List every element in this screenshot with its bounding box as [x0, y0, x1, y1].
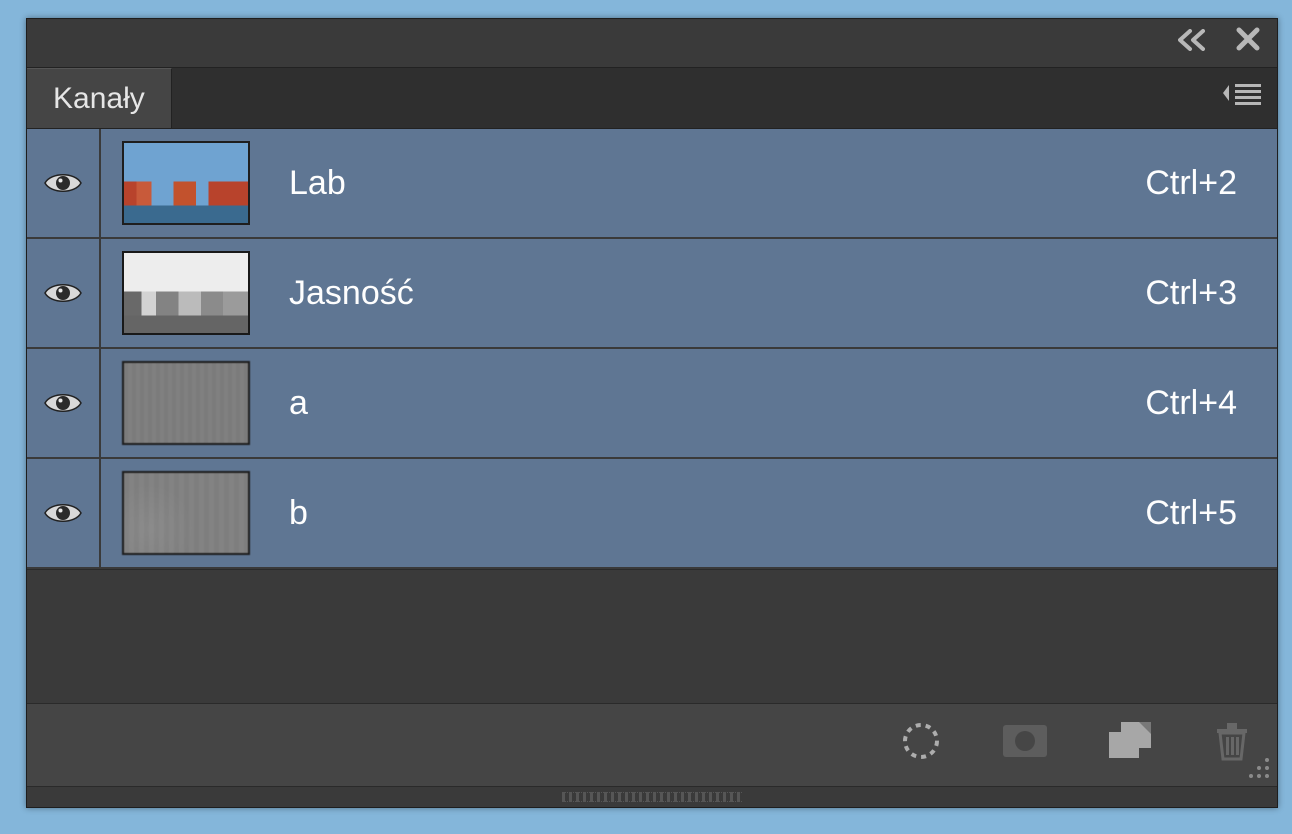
resize-grip[interactable] — [1243, 752, 1273, 782]
tab-strip: Kanały — [27, 67, 1277, 129]
new-channel-button[interactable] — [1107, 720, 1153, 770]
close-icon — [1235, 26, 1261, 60]
channel-name: Jasność — [289, 274, 414, 313]
eye-icon[interactable] — [43, 280, 83, 306]
close-panel-button[interactable] — [1235, 26, 1261, 60]
channel-row-lightness[interactable]: Jasność Ctrl+3 — [27, 239, 1277, 349]
panel-menu-button[interactable] — [1223, 79, 1263, 117]
channel-row-a[interactable]: a Ctrl+4 — [27, 349, 1277, 459]
channel-name: a — [289, 384, 308, 423]
channel-thumbnail — [122, 471, 250, 555]
mask-icon — [1001, 721, 1049, 769]
save-selection-button[interactable] — [1001, 721, 1049, 769]
panel-header — [27, 19, 1277, 67]
panel-menu-icon — [1223, 79, 1263, 117]
channel-shortcut: Ctrl+3 — [1145, 274, 1237, 312]
channel-shortcut: Ctrl+4 — [1145, 384, 1237, 422]
channel-name: Lab — [289, 164, 346, 203]
double-chevron-left-icon — [1175, 26, 1209, 60]
channel-row-lab[interactable]: Lab Ctrl+2 — [27, 129, 1277, 239]
dashed-circle-icon — [899, 719, 943, 771]
channel-shortcut: Ctrl+2 — [1145, 164, 1237, 202]
channel-thumbnail — [122, 251, 250, 335]
collapse-panel-button[interactable] — [1175, 26, 1209, 60]
channel-list: Lab Ctrl+2 — [27, 129, 1277, 570]
channel-thumbnail — [122, 361, 250, 445]
tab-channels[interactable]: Kanały — [27, 68, 172, 128]
load-selection-button[interactable] — [899, 719, 943, 771]
channels-panel: Kanały — [26, 18, 1278, 808]
eye-icon[interactable] — [43, 390, 83, 416]
tab-label: Kanały — [53, 82, 145, 116]
new-layer-icon — [1107, 720, 1153, 770]
channel-thumbnail — [122, 141, 250, 225]
channel-shortcut: Ctrl+5 — [1145, 494, 1237, 532]
panel-footer — [27, 703, 1277, 786]
channel-name: b — [289, 494, 308, 533]
eye-icon[interactable] — [43, 500, 83, 526]
eye-icon[interactable] — [43, 170, 83, 196]
panel-drag-grip[interactable] — [27, 786, 1277, 807]
grip-dots-icon — [562, 792, 742, 802]
channel-row-b[interactable]: b Ctrl+5 — [27, 459, 1277, 569]
channel-list-empty-area — [27, 570, 1277, 703]
